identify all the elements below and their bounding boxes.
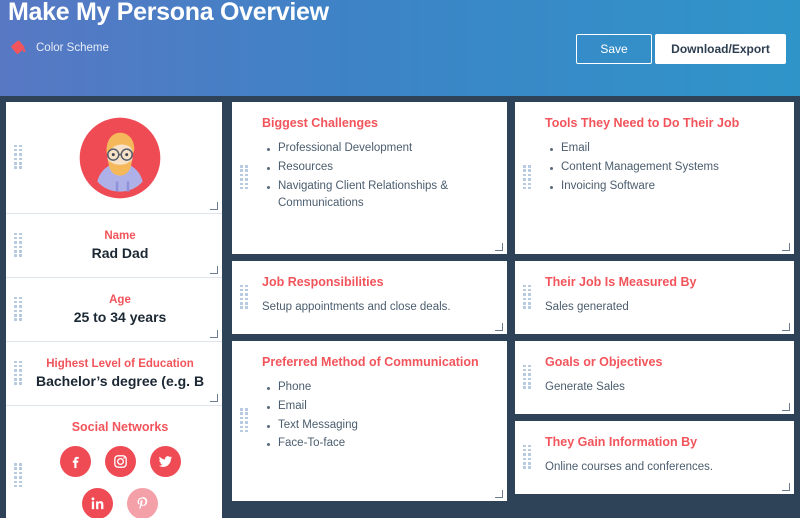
- instagram-icon[interactable]: [104, 446, 136, 477]
- card-list: Phone Email Text Messaging Face-To-face: [262, 379, 489, 453]
- list-item: Phone: [267, 379, 489, 397]
- card-title: Job Responsibilities: [262, 275, 384, 289]
- resize-handle-icon[interactable]: [209, 265, 218, 274]
- card-title: Goals or Objectives: [545, 355, 663, 369]
- persona-info-column: Name Rad Dad Age 25 to 34 years Highest …: [6, 102, 222, 518]
- download-export-button[interactable]: Download/Export: [655, 34, 786, 64]
- facebook-icon[interactable]: [59, 446, 91, 477]
- resize-handle-icon[interactable]: [781, 242, 790, 251]
- list-item: Email: [267, 398, 489, 416]
- field-label: Age: [109, 294, 131, 306]
- drag-handle-icon[interactable]: [14, 296, 23, 323]
- social-networks-card[interactable]: Social Networks: [6, 406, 222, 518]
- field-label: Name: [104, 230, 136, 242]
- resize-handle-icon[interactable]: [494, 322, 503, 331]
- persona-board: Name Rad Dad Age 25 to 34 years Highest …: [0, 96, 800, 518]
- card-gain-information[interactable]: They Gain Information By Online courses …: [515, 421, 794, 494]
- resize-handle-icon[interactable]: [781, 482, 790, 491]
- card-text: Online courses and conferences.: [545, 461, 714, 473]
- persona-field-education[interactable]: Highest Level of Education Bachelor’s de…: [6, 342, 222, 406]
- social-networks-title: Social Networks: [71, 420, 169, 434]
- card-text: Setup appointments and close deals.: [262, 301, 451, 313]
- field-value: Bachelor’s degree (e.g. BA, B: [36, 373, 204, 389]
- linkedin-icon[interactable]: [82, 488, 113, 518]
- card-list: Email Content Management Systems Invoici…: [545, 140, 776, 195]
- list-item: Content Management Systems: [550, 159, 776, 177]
- drag-handle-icon[interactable]: [240, 408, 249, 434]
- list-item: Email: [550, 140, 776, 158]
- card-measured-by[interactable]: Their Job Is Measured By Sales generated: [515, 261, 794, 334]
- field-value: 25 to 34 years: [73, 309, 167, 325]
- resize-handle-icon[interactable]: [494, 489, 503, 498]
- color-scheme-control[interactable]: Color Scheme: [9, 38, 109, 57]
- right-column: Tools They Need to Do Their Job Email Co…: [515, 102, 794, 501]
- drag-handle-icon[interactable]: [523, 444, 532, 471]
- card-tools-needed[interactable]: Tools They Need to Do Their Job Email Co…: [515, 102, 794, 254]
- list-item: Resources: [267, 159, 489, 177]
- list-item: Navigating Client Relationships & Commun…: [267, 178, 489, 214]
- persona-field-name[interactable]: Name Rad Dad: [6, 214, 222, 278]
- color-scheme-label: Color Scheme: [36, 41, 109, 54]
- avatar-card[interactable]: [6, 102, 222, 214]
- list-item: Text Messaging: [267, 417, 489, 435]
- drag-handle-icon[interactable]: [240, 284, 249, 311]
- list-item: Invoicing Software: [550, 178, 776, 196]
- field-value: Rad Dad: [91, 245, 149, 261]
- resize-handle-icon[interactable]: [209, 393, 218, 402]
- field-label: Highest Level of Education: [46, 358, 194, 370]
- drag-handle-icon[interactable]: [14, 144, 23, 171]
- page-header: Make My Persona Overview Color Scheme Sa…: [0, 0, 800, 96]
- paint-bucket-icon: [9, 38, 28, 57]
- drag-handle-icon[interactable]: [14, 360, 23, 387]
- list-item: Face-To-face: [267, 435, 489, 453]
- card-title: Preferred Method of Communication: [262, 355, 479, 369]
- social-row-primary: [36, 446, 204, 477]
- resize-handle-icon[interactable]: [781, 402, 790, 411]
- card-title: Biggest Challenges: [262, 116, 378, 130]
- card-job-responsibilities[interactable]: Job Responsibilities Setup appointments …: [232, 261, 507, 334]
- drag-handle-icon[interactable]: [14, 463, 23, 489]
- card-list: Professional Development Resources Navig…: [262, 140, 489, 213]
- resize-handle-icon[interactable]: [209, 201, 218, 210]
- persona-overview-app: Make My Persona Overview Color Scheme Sa…: [0, 0, 800, 518]
- save-button[interactable]: Save: [576, 34, 652, 64]
- drag-handle-icon[interactable]: [14, 232, 23, 259]
- resize-handle-icon[interactable]: [494, 242, 503, 251]
- card-preferred-communication[interactable]: Preferred Method of Communication Phone …: [232, 341, 507, 501]
- social-row-secondary: [36, 488, 204, 518]
- card-title: Their Job Is Measured By: [545, 275, 697, 289]
- card-title: Tools They Need to Do Their Job: [545, 116, 740, 130]
- resize-handle-icon[interactable]: [209, 329, 218, 338]
- resize-handle-icon[interactable]: [781, 322, 790, 331]
- twitter-icon[interactable]: [149, 446, 181, 477]
- page-title: Make My Persona Overview: [8, 0, 329, 26]
- drag-handle-icon[interactable]: [523, 284, 532, 311]
- card-goals-objectives[interactable]: Goals or Objectives Generate Sales: [515, 341, 794, 414]
- pinterest-icon[interactable]: [127, 488, 158, 518]
- card-text: Generate Sales: [545, 381, 625, 393]
- card-text: Sales generated: [545, 301, 629, 313]
- avatar: [79, 117, 161, 198]
- card-title: They Gain Information By: [545, 435, 698, 449]
- middle-column: Biggest Challenges Professional Developm…: [232, 102, 507, 508]
- drag-handle-icon[interactable]: [523, 165, 532, 191]
- drag-handle-icon[interactable]: [523, 364, 532, 391]
- list-item: Professional Development: [267, 140, 489, 158]
- drag-handle-icon[interactable]: [240, 165, 249, 191]
- persona-field-age[interactable]: Age 25 to 34 years: [6, 278, 222, 342]
- card-biggest-challenges[interactable]: Biggest Challenges Professional Developm…: [232, 102, 507, 254]
